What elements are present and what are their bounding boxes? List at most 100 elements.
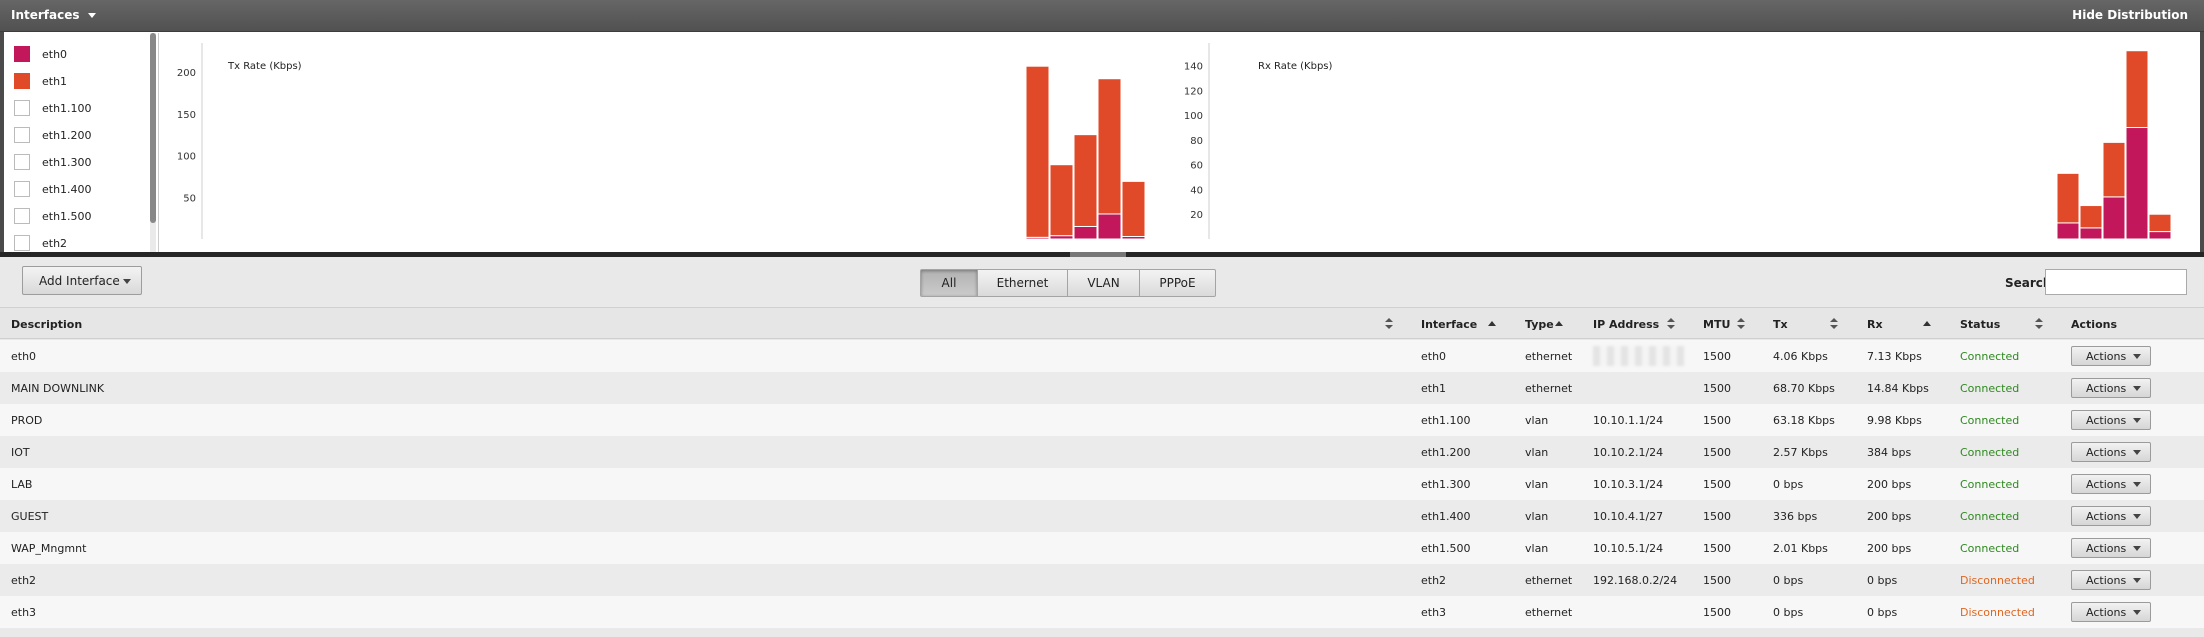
tx-rate-chart: 50 100 150 200 Tx Rate (Kbps) xyxy=(160,33,1160,255)
cell-description: MAIN DOWNLINK xyxy=(11,381,105,395)
legend-label: eth0 xyxy=(42,47,68,61)
cell-status: Connected xyxy=(1960,445,2020,459)
bar-eth1 xyxy=(1025,65,1050,238)
table-row[interactable]: eth0 eth0 ethernet 1500 4.06 Kbps 7.13 K… xyxy=(0,340,2204,372)
filter-ethernet-button[interactable]: Ethernet xyxy=(978,269,1068,297)
interfaces-menu[interactable]: Interfaces xyxy=(11,8,96,22)
legend-item-eth1-300[interactable]: eth1.300 xyxy=(14,152,92,172)
legend-item-eth1-500[interactable]: eth1.500 xyxy=(14,206,92,226)
legend-checkbox[interactable] xyxy=(14,73,30,89)
legend-checkbox[interactable] xyxy=(14,181,30,197)
column-tx[interactable]: Tx xyxy=(1773,308,1788,340)
actions-button[interactable]: Actions xyxy=(2071,570,2151,590)
legend-checkbox[interactable] xyxy=(14,46,30,62)
sort-icon[interactable] xyxy=(1667,318,1675,329)
legend-checkbox[interactable] xyxy=(14,100,30,116)
column-ip-address[interactable]: IP Address xyxy=(1593,308,1659,340)
table-row[interactable]: eth2 eth2 ethernet 192.168.0.2/24 1500 0… xyxy=(0,564,2204,596)
column-description[interactable]: Description xyxy=(11,308,82,340)
legend-item-eth1[interactable]: eth1 xyxy=(14,71,67,91)
table-row[interactable]: eth3 eth3 ethernet 1500 0 bps 0 bps Disc… xyxy=(0,596,2204,628)
cell-description: WAP_Mngmnt xyxy=(11,541,87,555)
rx-rate-chart-svg: 20 40 60 80 100 120 140 Rx Rate (Kbps) xyxy=(1184,43,2172,240)
scrollbar-thumb[interactable] xyxy=(150,33,156,223)
cell-status: Connected xyxy=(1960,509,2020,523)
search-input[interactable] xyxy=(2045,269,2187,295)
table-header: Description Interface Type IP Address MT… xyxy=(0,307,2204,339)
legend-checkbox[interactable] xyxy=(14,208,30,224)
legend-checkbox[interactable] xyxy=(14,235,30,251)
filter-vlan-button[interactable]: VLAN xyxy=(1068,269,1140,297)
cell-mtu: 1500 xyxy=(1703,381,1731,395)
column-rx[interactable]: Rx xyxy=(1867,308,1883,340)
actions-button[interactable]: Actions xyxy=(2071,442,2151,462)
legend-scrollbar[interactable] xyxy=(150,33,156,252)
column-status[interactable]: Status xyxy=(1960,308,2000,340)
bar-eth1 xyxy=(2148,213,2172,233)
table-row[interactable]: LAB eth1.300 vlan 10.10.3.1/24 1500 0 bp… xyxy=(0,468,2204,500)
actions-button[interactable]: Actions xyxy=(2071,410,2151,430)
bar-eth0 xyxy=(1097,213,1122,240)
sort-icon[interactable] xyxy=(2035,318,2043,329)
bar-eth1 xyxy=(1097,78,1122,215)
rx-rate-chart: 20 40 60 80 100 120 140 Rx Rate (Kbps) xyxy=(1180,33,2180,255)
table-row[interactable]: GUEST eth1.400 vlan 10.10.4.1/27 1500 33… xyxy=(0,500,2204,532)
actions-button[interactable]: Actions xyxy=(2071,506,2151,526)
cell-status: Connected xyxy=(1960,381,2020,395)
cell-interface: eth1.200 xyxy=(1421,445,1471,459)
cell-rx: 7.13 Kbps xyxy=(1867,349,1922,363)
actions-label: Actions xyxy=(2086,605,2127,619)
legend-item-eth1-400[interactable]: eth1.400 xyxy=(14,179,92,199)
sort-ascending-icon[interactable] xyxy=(1488,321,1496,326)
sort-icon[interactable] xyxy=(1737,318,1745,329)
bar-eth0 xyxy=(2056,222,2080,240)
legend-item-eth1-200[interactable]: eth1.200 xyxy=(14,125,92,145)
sort-icon[interactable] xyxy=(1830,318,1838,329)
sort-icon[interactable] xyxy=(1385,318,1393,329)
legend-checkbox[interactable] xyxy=(14,127,30,143)
bar-eth0 xyxy=(2079,227,2103,240)
cell-description: eth0 xyxy=(11,349,37,363)
caret-down-icon xyxy=(2133,450,2141,455)
column-interface[interactable]: Interface xyxy=(1421,308,1477,340)
column-label: Description xyxy=(11,317,83,331)
sort-ascending-icon[interactable] xyxy=(1923,321,1931,326)
table-row[interactable]: IOT eth1.200 vlan 10.10.2.1/24 1500 2.57… xyxy=(0,436,2204,468)
caret-down-icon xyxy=(2133,418,2141,423)
filter-pppoe-button[interactable]: PPPoE xyxy=(1140,269,1216,297)
actions-button[interactable]: Actions xyxy=(2071,538,2151,558)
actions-button[interactable]: Actions xyxy=(2071,378,2151,398)
y-tick-label: 140 xyxy=(1184,62,1203,73)
cell-rx: 0 bps xyxy=(1867,573,1898,587)
cell-type: ethernet xyxy=(1525,573,1573,587)
column-mtu[interactable]: MTU xyxy=(1703,308,1730,340)
legend-checkbox[interactable] xyxy=(14,154,30,170)
legend-item-eth2[interactable]: eth2 xyxy=(14,233,67,252)
legend-item-eth1-100[interactable]: eth1.100 xyxy=(14,98,92,118)
table-row[interactable]: PROD eth1.100 vlan 10.10.1.1/24 1500 63.… xyxy=(0,404,2204,436)
hide-distribution-button[interactable]: Hide Distribution xyxy=(2072,8,2188,22)
cell-mtu: 1500 xyxy=(1703,477,1731,491)
cell-ip-address: 10.10.1.1/24 xyxy=(1593,413,1664,427)
column-type[interactable]: Type xyxy=(1525,308,1554,340)
y-tick-label: 100 xyxy=(1184,111,1203,122)
cell-description: PROD xyxy=(11,413,43,427)
actions-button[interactable]: Actions xyxy=(2071,346,2151,366)
table-row[interactable]: MAIN DOWNLINK eth1 ethernet 1500 68.70 K… xyxy=(0,372,2204,404)
add-interface-button[interactable]: Add Interface xyxy=(22,266,142,295)
actions-label: Actions xyxy=(2086,381,2127,395)
table-row[interactable]: WAP_Mngmnt eth1.500 vlan 10.10.5.1/24 15… xyxy=(0,532,2204,564)
divider xyxy=(158,33,159,252)
column-label: Rx xyxy=(1867,317,1883,331)
cell-mtu: 1500 xyxy=(1703,605,1731,619)
y-tick-label: 120 xyxy=(1184,86,1203,97)
actions-button[interactable]: Actions xyxy=(2071,474,2151,494)
bar-eth0 xyxy=(1049,235,1074,240)
filter-all-button[interactable]: All xyxy=(920,269,978,297)
legend-item-eth0[interactable]: eth0 xyxy=(14,44,67,64)
sort-ascending-icon[interactable] xyxy=(1555,321,1563,326)
caret-down-icon xyxy=(87,12,96,18)
caret-down-icon xyxy=(2133,610,2141,615)
actions-button[interactable]: Actions xyxy=(2071,602,2151,622)
cell-description: LAB xyxy=(11,477,33,491)
